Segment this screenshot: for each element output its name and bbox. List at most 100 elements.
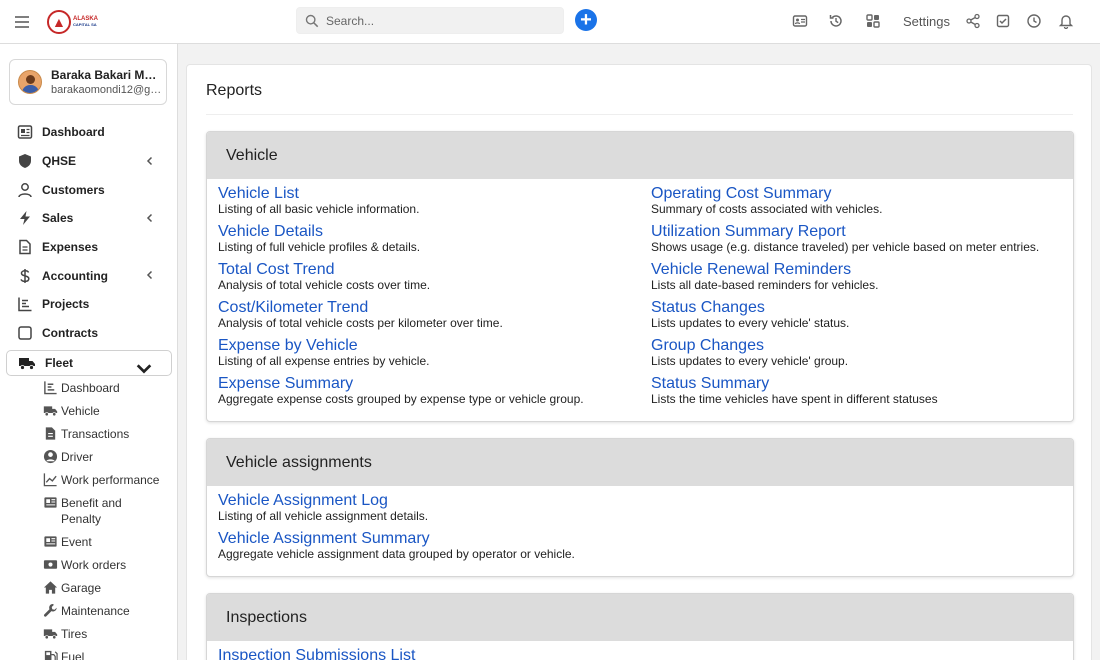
section-title: Inspections [207, 594, 1073, 641]
report-description: Aggregate expense costs grouped by expen… [218, 392, 584, 406]
report-link[interactable]: Group Changes [651, 338, 1039, 354]
report-link[interactable]: Cost/Kilometer Trend [218, 300, 584, 316]
avatar [18, 70, 42, 94]
hamburger-menu-icon[interactable] [13, 13, 31, 31]
money-bill-icon [43, 557, 58, 572]
user-name: Baraka Bakari Mkanga [51, 68, 163, 82]
sidebar: Baraka Bakari Mkanga barakaomondi12@gmai… [0, 44, 178, 660]
report-description: Shows usage (e.g. distance traveled) per… [651, 240, 1040, 254]
sidebar-item-fleet[interactable]: Fleet [6, 349, 172, 377]
sidebar-item-projects[interactable]: Projects [0, 290, 177, 319]
fleet-sub-dashboard[interactable]: Dashboard [0, 377, 177, 400]
fleet-sub-garage[interactable]: Garage [0, 577, 177, 600]
sidebar-item-label: Sales [42, 211, 74, 226]
report-link[interactable]: Vehicle Assignment Log [218, 493, 575, 509]
report-link[interactable]: Expense Summary [218, 376, 584, 392]
fleet-sub-event[interactable]: Event [0, 531, 177, 554]
report-item: Utilization Summary Report Shows usage (… [651, 224, 1039, 262]
sidebar-item-customers[interactable]: Customers [0, 175, 177, 204]
report-link[interactable]: Vehicle Details [218, 224, 584, 240]
report-item: Vehicle Details Listing of full vehicle … [218, 224, 584, 262]
fleet-sub-fuel[interactable]: Fuel [0, 646, 177, 660]
report-item: Total Cost Trend Analysis of total vehic… [218, 262, 584, 300]
chevron-down-icon [135, 359, 153, 377]
fleet-sub-transactions[interactable]: Transactions [0, 423, 177, 446]
report-description: Summary of costs associated with vehicle… [651, 202, 883, 216]
report-link[interactable]: Total Cost Trend [218, 262, 584, 278]
page-title: Reports [206, 82, 263, 99]
report-link[interactable]: Status Summary [651, 376, 1039, 392]
chevron-left-icon [145, 213, 155, 223]
chart-icon [17, 296, 33, 312]
fleet-sub-label: Work orders [61, 558, 127, 573]
file-icon [17, 239, 33, 255]
report-item: Status Summary Lists the time vehicles h… [651, 376, 1039, 414]
report-item: Expense Summary Aggregate expense costs … [218, 376, 584, 414]
share-icon[interactable] [965, 13, 981, 29]
section-vehicle: Vehicle Vehicle List Listing of all basi… [206, 131, 1074, 422]
fleet-sub-work-orders[interactable]: Work orders [0, 554, 177, 577]
chevron-left-icon [145, 270, 155, 280]
reports-panel: Reports Vehicle Vehicle List Listing of … [186, 64, 1092, 660]
fleet-sub-label: Dashboard [61, 380, 120, 395]
user-profile-card[interactable]: Baraka Bakari Mkanga barakaomondi12@gmai… [9, 59, 167, 105]
sidebar-item-sales[interactable]: Sales [0, 204, 177, 233]
fleet-sub-tires[interactable]: Tires [0, 623, 177, 646]
apps-grid-icon[interactable] [865, 13, 881, 29]
report-item: Vehicle Assignment Summary Aggregate veh… [218, 531, 575, 569]
fleet-sub-work-performance[interactable]: Work performance [0, 469, 177, 492]
sidebar-item-contracts[interactable]: Contracts [0, 319, 177, 348]
bell-icon[interactable] [1058, 13, 1074, 29]
report-link[interactable]: Vehicle Assignment Summary [218, 531, 575, 547]
truck-icon [43, 403, 58, 418]
report-link[interactable]: Status Changes [651, 300, 1039, 316]
report-column-left: Inspection Submissions List [218, 648, 415, 660]
truck-icon [43, 626, 58, 641]
square-icon [17, 325, 33, 341]
report-description: Lists updates to every vehicle' group. [651, 354, 849, 368]
sidebar-item-label: QHSE [42, 154, 77, 169]
report-item: Status Changes Lists updates to every ve… [651, 300, 1039, 338]
sidebar-item-label: Fleet [45, 355, 74, 370]
section-title: Vehicle assignments [207, 439, 1073, 486]
fleet-sub-label: Maintenance [61, 604, 130, 619]
tasks-check-icon[interactable] [995, 13, 1011, 29]
report-link[interactable]: Operating Cost Summary [651, 186, 1039, 202]
company-logo[interactable]: ALASKA CAPITAL SA [47, 9, 103, 35]
fleet-sub-benefit-penalty[interactable]: Benefit and Penalty [0, 492, 177, 531]
sidebar-item-label: Contracts [42, 326, 99, 341]
fleet-sub-driver[interactable]: Driver [0, 446, 177, 469]
clock-icon[interactable] [1026, 13, 1042, 29]
sidebar-item-expenses[interactable]: Expenses [0, 233, 177, 262]
report-link[interactable]: Expense by Vehicle [218, 338, 584, 354]
quick-add-button[interactable]: + [575, 9, 597, 31]
report-link[interactable]: Vehicle List [218, 186, 584, 202]
settings-link[interactable]: Settings [903, 14, 950, 29]
document-icon [43, 426, 58, 441]
user-icon [17, 182, 33, 198]
divider [206, 114, 1073, 115]
report-link[interactable]: Inspection Submissions List [218, 648, 415, 660]
sidebar-item-dashboard[interactable]: Dashboard [0, 118, 177, 147]
sidebar-item-qhse[interactable]: QHSE [0, 147, 177, 176]
report-description: Listing of all expense entries by vehicl… [218, 354, 430, 368]
report-description: Listing of full vehicle profiles & detai… [218, 240, 421, 254]
sidebar-item-label: Expenses [42, 240, 99, 255]
report-link[interactable]: Utilization Summary Report [651, 224, 1039, 240]
history-icon[interactable] [828, 13, 844, 29]
sidebar-item-accounting[interactable]: Accounting [0, 261, 177, 290]
sidebar-item-label: Customers [42, 182, 105, 197]
fleet-sub-maintenance[interactable]: Maintenance [0, 600, 177, 623]
report-description: Aggregate vehicle assignment data groupe… [218, 547, 575, 561]
fleet-sub-label: Tires [61, 627, 88, 642]
report-description: Lists updates to every vehicle' status. [651, 316, 850, 330]
wrench-icon [43, 603, 58, 618]
report-description: Listing of all vehicle assignment detail… [218, 509, 429, 523]
search-input[interactable] [326, 13, 546, 28]
search-box[interactable] [296, 7, 564, 34]
fleet-sub-vehicle[interactable]: Vehicle [0, 400, 177, 423]
dollar-icon [17, 268, 33, 284]
id-card-icon[interactable] [792, 13, 808, 29]
section-inspections: Inspections Inspection Submissions List [206, 593, 1074, 660]
report-link[interactable]: Vehicle Renewal Reminders [651, 262, 1039, 278]
